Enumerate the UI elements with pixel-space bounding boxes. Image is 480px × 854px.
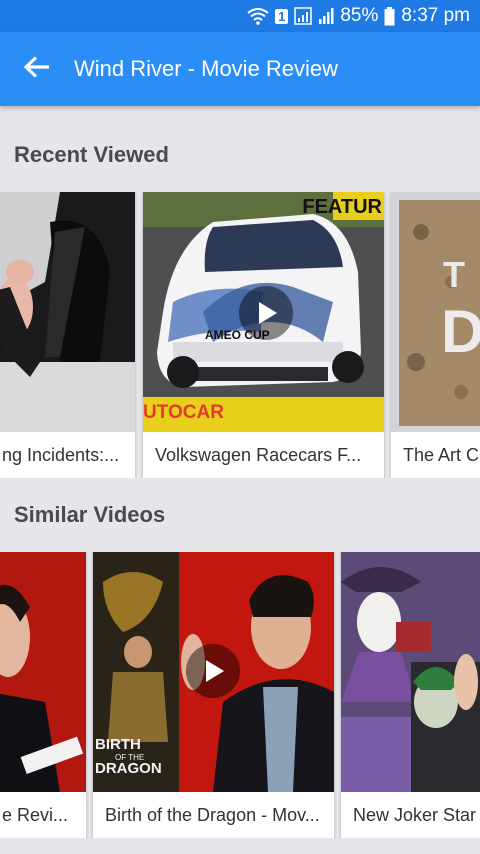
recent-card-3[interactable]: T D The Art C: [391, 192, 480, 478]
signal-box-icon: [294, 7, 313, 25]
recent-thumb-3: T D: [391, 192, 480, 432]
recent-thumb-2: FEATUR UTOCAR AMEO CUP: [143, 192, 384, 432]
page-title: Wind River - Movie Review: [74, 56, 339, 81]
sim-badge-icon: 1: [275, 8, 289, 24]
thumb-overlay-bottom: UTOCAR: [143, 402, 224, 423]
recent-caption-1: ng Incidents:...: [2, 444, 120, 465]
arrow-left-icon: [23, 55, 50, 83]
sim-badge: 1: [275, 8, 289, 24]
recent-viewed-heading: Recent Viewed: [14, 142, 169, 167]
recent-caption-2: Volkswagen Racecars F...: [155, 444, 362, 465]
similar-caption-2: Birth of the Dragon - Mov...: [105, 804, 320, 825]
svg-text:T: T: [443, 254, 465, 295]
poster-line-3: DRAGON: [95, 760, 162, 777]
signal-bars-icon: [318, 7, 334, 25]
similar-card-3[interactable]: New Joker Star: [341, 552, 480, 838]
similar-videos-heading: Similar Videos: [14, 502, 166, 527]
play-icon: [259, 302, 277, 324]
clock: 8:37 pm: [401, 5, 470, 26]
play-button[interactable]: [186, 644, 240, 698]
recent-viewed-row[interactable]: ng Incidents:... FEATUR UTOCAR AMEO CUP …: [0, 192, 480, 478]
similar-caption-3: New Joker Star: [353, 804, 477, 825]
svg-text:D: D: [441, 298, 480, 365]
thumb-overlay-top: FEATUR: [302, 196, 382, 218]
play-button[interactable]: [239, 286, 293, 340]
similar-card-1[interactable]: e Revi...: [0, 552, 86, 838]
similar-videos-row[interactable]: e Revi... BIRTH OF THE DRAGON Birth of t…: [0, 552, 480, 838]
play-icon: [206, 660, 224, 682]
status-bar: 1 85% 8:37 pm: [0, 0, 480, 32]
recent-thumb-1: [0, 192, 135, 432]
app-bar: Wind River - Movie Review: [0, 32, 480, 106]
recent-card-1[interactable]: ng Incidents:...: [0, 192, 135, 478]
similar-thumb-3: [341, 552, 480, 792]
battery-percent: 85%: [340, 5, 379, 26]
similar-thumb-1: [0, 552, 86, 792]
battery-icon: [384, 6, 395, 26]
similar-caption-1: e Revi...: [2, 804, 69, 825]
wifi-icon: [247, 7, 269, 25]
similar-thumb-2: BIRTH OF THE DRAGON: [93, 552, 334, 792]
back-button[interactable]: [0, 32, 74, 106]
recent-card-2[interactable]: FEATUR UTOCAR AMEO CUP Volkswagen Raceca…: [143, 192, 384, 478]
recent-caption-3: The Art C: [403, 444, 480, 465]
similar-card-2[interactable]: BIRTH OF THE DRAGON Birth of the Dragon …: [93, 552, 334, 838]
poster-line-1: BIRTH: [95, 736, 141, 753]
